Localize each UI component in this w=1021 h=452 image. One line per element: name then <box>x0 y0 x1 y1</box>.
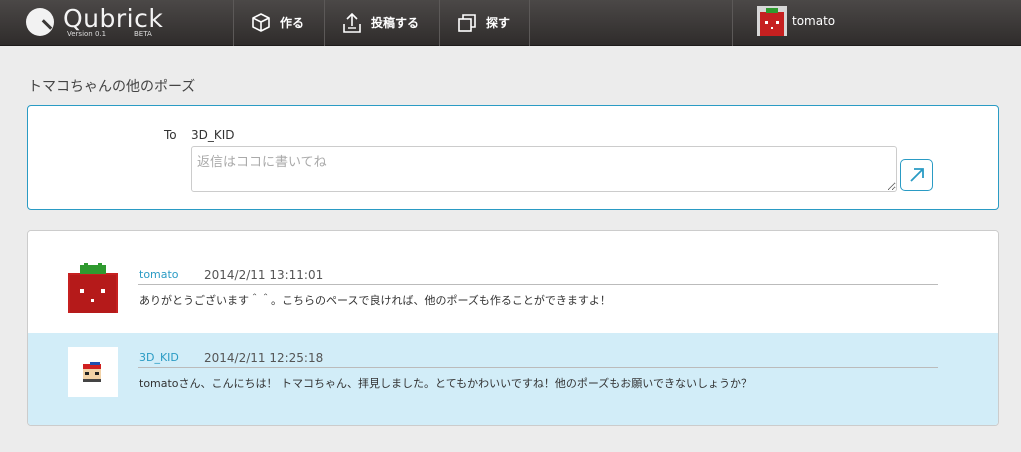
logo-text: Qubrick <box>63 4 164 33</box>
version-label: Version 0.1 <box>67 30 107 38</box>
user-name: tomato <box>792 14 836 28</box>
message-item: 3D_KID 2014/2/11 12:25:18 tomatoさん、こんにちは… <box>28 333 998 425</box>
qubrick-logo[interactable]: Qubrick Version 0.1 BETA <box>26 4 226 40</box>
message-body: ありがとうございます＾＾。こちらのペースで良ければ、他のポーズも作ることができま… <box>139 294 611 307</box>
page-title: トマコちゃんの他のポーズ <box>28 79 196 95</box>
message-item: tomato 2014/2/11 13:11:01 ありがとうございます＾＾。こ… <box>28 231 998 333</box>
to-label: To <box>164 128 177 142</box>
send-button[interactable] <box>900 159 933 191</box>
cube-icon <box>252 13 270 32</box>
nav-find-button[interactable]: 探す <box>439 0 530 46</box>
divider <box>138 367 938 368</box>
nav-post-label: 投稿する <box>371 16 420 30</box>
logo-icon <box>26 8 54 36</box>
nav-find-label: 探す <box>486 16 511 30</box>
kid-avatar-icon[interactable] <box>68 347 118 397</box>
tomato-avatar-icon <box>757 6 787 36</box>
message-author-link[interactable]: tomato <box>139 268 179 281</box>
divider <box>138 284 938 285</box>
arrow-up-right-icon <box>910 168 924 182</box>
nav-post-button[interactable]: 投稿する <box>324 0 439 46</box>
upload-icon <box>343 12 361 33</box>
top-navbar: Qubrick Version 0.1 BETA 作る 投稿する 探す toma… <box>0 0 1021 46</box>
reply-form: To 3D_KID <box>27 105 999 210</box>
beta-label: BETA <box>134 30 152 38</box>
recipient-name: 3D_KID <box>191 128 235 142</box>
message-body: tomatoさん、こんにちは！ トマコちゃん、拝見しました。とてもかわいいですね… <box>139 377 752 390</box>
user-menu[interactable]: tomato <box>732 0 1021 46</box>
nav-make-label: 作る <box>280 16 305 30</box>
windows-icon <box>458 14 476 32</box>
nav-make-button[interactable]: 作る <box>233 0 324 46</box>
message-timestamp: 2014/2/11 12:25:18 <box>204 351 324 365</box>
message-author-link[interactable]: 3D_KID <box>139 351 179 364</box>
message-timestamp: 2014/2/11 13:11:01 <box>204 268 324 282</box>
reply-input[interactable] <box>191 146 897 192</box>
tomato-avatar-icon[interactable] <box>68 263 118 313</box>
message-thread: tomato 2014/2/11 13:11:01 ありがとうございます＾＾。こ… <box>27 230 999 426</box>
